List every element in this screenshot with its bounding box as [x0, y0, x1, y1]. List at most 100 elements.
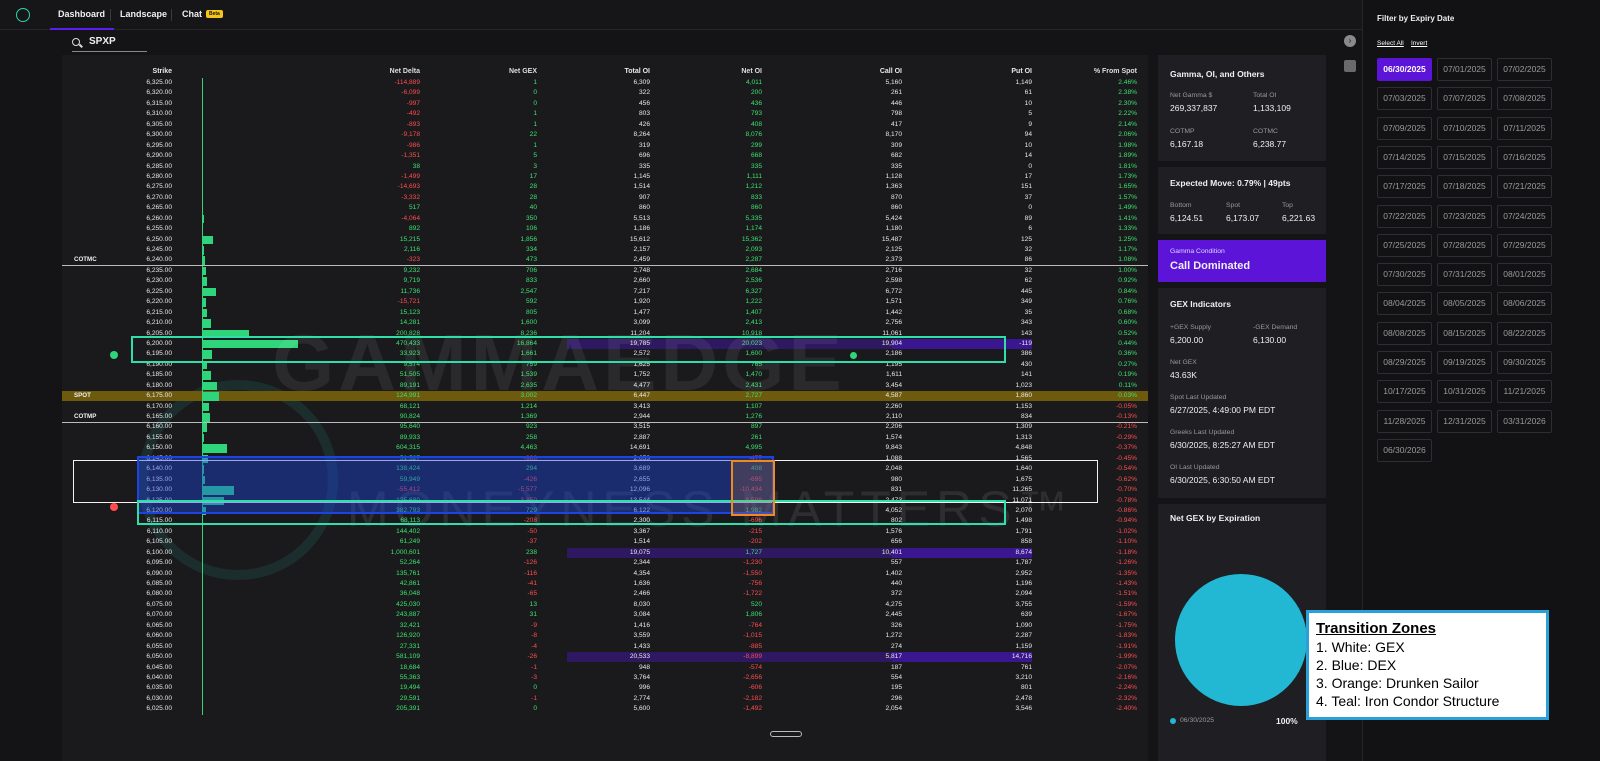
expiry-date-chip[interactable]: 07/22/2025 — [1377, 204, 1432, 228]
expiry-date-chip[interactable]: 08/08/2025 — [1377, 321, 1432, 345]
table-row[interactable]: 6,255.00 892 106 1,186 1,174 1,180 6 1.33% — [62, 224, 1148, 235]
table-row[interactable]: 6,305.00 -893 1 426 408 417 9 2.14% — [62, 119, 1148, 131]
col-call-oi[interactable]: Call OI — [822, 68, 902, 75]
expiry-date-chip[interactable]: 08/06/2025 — [1497, 292, 1552, 316]
col-net-oi[interactable]: Net OI — [682, 68, 762, 75]
expiry-date-chip[interactable]: 07/28/2025 — [1437, 233, 1492, 257]
table-row[interactable]: 6,065.00 32,421 -9 1,416 -764 326 1,090 -1.75% — [62, 620, 1148, 632]
expiry-date-chip[interactable]: 08/04/2025 — [1377, 292, 1432, 316]
table-row[interactable]: 6,050.00 581,109 -26 20,533 -8,899 5,817 14,71… — [62, 652, 1148, 663]
expiry-date-chip[interactable]: 08/22/2025 — [1497, 321, 1552, 345]
table-row[interactable]: 6,070.00 243,887 31 3,084 1,806 2,445 639 -1.67… — [62, 610, 1148, 621]
table-row[interactable]: 6,295.00 -986 1 319 299 309 10 1.98% — [62, 140, 1148, 152]
table-row[interactable]: 6,265.00 517 40 860 860 860 0 1.49% — [62, 203, 1148, 214]
table-row[interactable]: 6,035.00 19,494 0 996 -606 195 801 -2.24% — [62, 683, 1148, 694]
table-row[interactable]: 6,270.00 -3,332 28 907 833 870 37 1.57% — [62, 192, 1148, 204]
expiry-date-chip[interactable]: 07/18/2025 — [1437, 175, 1492, 199]
expiry-date-chip[interactable]: 09/30/2025 — [1497, 351, 1552, 374]
table-row[interactable]: 6,325.00 -114,889 1 6,309 4,011 5,160 1,149 2.4… — [62, 78, 1148, 89]
expiry-date-chip[interactable]: 08/15/2025 — [1437, 321, 1492, 345]
expiry-date-chip[interactable]: 07/08/2025 — [1497, 87, 1552, 111]
expiry-date-chip[interactable]: 11/28/2025 — [1377, 409, 1432, 433]
table-row[interactable]: 6,220.00 -15,721 592 1,920 1,222 1,571 349 0.76… — [62, 297, 1148, 308]
table-row[interactable]: 6,250.00 15,215 1,856 15,612 15,362 15,487 125… — [62, 234, 1148, 245]
expiry-date-chip[interactable]: 07/15/2025 — [1437, 145, 1492, 169]
expiry-date-chip[interactable]: 11/21/2025 — [1497, 380, 1552, 404]
expiry-date-chip[interactable]: 09/19/2025 — [1437, 351, 1492, 374]
table-row[interactable]: 6,095.00 52,264 -126 2,344 -1,230 557 1,787 -1.… — [62, 558, 1148, 569]
table-row[interactable]: 6,285.00 38 3 335 335 335 0 1.81% — [62, 161, 1148, 172]
gammaedge-logo-icon[interactable] — [16, 8, 30, 22]
expiry-date-chip[interactable]: 07/02/2025 — [1497, 58, 1552, 81]
select-all-link[interactable]: Select All — [1377, 40, 1404, 47]
table-row[interactable]: 6,275.00 -14,693 28 1,514 1,212 1,363 151 1.65% — [62, 182, 1148, 193]
table-row[interactable]: 6,045.00 18,684 -1 948 -574 187 761 -2.07% — [62, 662, 1148, 673]
col-total-oi[interactable]: Total OI — [567, 68, 650, 75]
table-row[interactable]: 6,320.00 -6,099 0 322 200 261 61 2.38% — [62, 88, 1148, 99]
expiry-date-chip[interactable]: 08/05/2025 — [1437, 292, 1492, 316]
table-row[interactable]: 6,060.00 126,920 -8 3,559 -1,015 1,272 2,287 -1… — [62, 631, 1148, 642]
table-row[interactable]: 6,155.00 89,933 258 2,887 261 1,574 1,313 -0.29… — [62, 432, 1148, 444]
table-row[interactable]: 6,310.00 -492 1 803 793 798 5 2.22% — [62, 109, 1148, 120]
expiry-date-chip[interactable]: 07/31/2025 — [1437, 263, 1492, 287]
expiry-date-chip[interactable]: 07/16/2025 — [1497, 145, 1552, 169]
table-row[interactable]: 6,315.00 -997 0 456 436 446 10 2.30% — [62, 98, 1148, 110]
expiry-date-chip[interactable]: 03/31/2026 — [1497, 409, 1552, 433]
table-row[interactable]: 6,140.00 138,424 294 3,689 408 2,048 1,640 -0.5… — [62, 464, 1148, 475]
table-row[interactable]: 6,040.00 55,363 -3 3,764 -2,656 554 3,210 -2.16… — [62, 672, 1148, 684]
expiry-date-chip[interactable]: 07/10/2025 — [1437, 116, 1492, 140]
table-row[interactable]: 6,080.00 36,048 -65 2,466 -1,722 372 2,094 -1.5… — [62, 589, 1148, 600]
table-row[interactable]: 6,030.00 29,591 -1 2,774 -2,182 296 2,478 -2.32… — [62, 693, 1148, 705]
collapse-arrow-icon[interactable]: › — [1344, 35, 1356, 47]
table-row[interactable]: 6,260.00 -4,064 350 5,513 5,335 5,424 89 1.41% — [62, 213, 1148, 225]
table-row[interactable]: 6,235.00 9,232 706 2,748 2,684 2,716 32 1.00% — [62, 265, 1148, 277]
expiry-date-chip[interactable]: 06/30/2026 — [1377, 438, 1432, 462]
table-row[interactable]: COTMP 6,165.00 90,824 1,369 2,944 1,276 2,110 8… — [62, 412, 1148, 423]
expiry-date-chip[interactable]: 07/23/2025 — [1437, 204, 1492, 228]
table-row[interactable]: 6,150.00 604,315 4,463 14,691 4,995 9,843 4,84… — [62, 443, 1148, 454]
col-strike[interactable]: Strike — [92, 68, 172, 75]
table-row[interactable]: 6,105.00 61,249 -37 1,514 -202 656 858 -1.10% — [62, 537, 1148, 548]
expiry-date-chip[interactable]: 07/24/2025 — [1497, 204, 1552, 228]
col-put-oi[interactable]: Put OI — [927, 68, 1032, 75]
table-row[interactable]: 6,100.00 1,000,601 238 19,075 1,727 10,401 8,6… — [62, 547, 1148, 559]
table-row[interactable]: 6,245.00 2,116 334 2,157 2,093 2,125 32 1.17% — [62, 245, 1148, 256]
camera-icon[interactable] — [1344, 60, 1356, 72]
table-row[interactable]: 6,025.00 205,391 0 5,600 -1,492 2,054 3,546 -2.… — [62, 704, 1148, 715]
col-pct-from-spot[interactable]: % From Spot — [1037, 68, 1137, 75]
expiry-date-chip[interactable]: 07/09/2025 — [1377, 116, 1432, 140]
table-row[interactable]: 6,290.00 -1,351 5 696 668 682 14 1.89% — [62, 151, 1148, 162]
expiry-date-chip[interactable]: 07/03/2025 — [1377, 87, 1432, 111]
table-row[interactable]: 6,055.00 27,331 -4 1,433 -885 274 1,159 -1.91% — [62, 641, 1148, 653]
pie-slice[interactable] — [1175, 574, 1307, 706]
nav-landscape[interactable]: Landscape — [120, 9, 167, 19]
col-net-gex[interactable]: Net GEX — [452, 68, 537, 75]
table-row[interactable]: 6,145.00 51,527 -986 2,653 -477 1,088 1,565 -0.… — [62, 453, 1148, 465]
table-row[interactable]: 6,075.00 425,030 13 8,030 520 4,275 3,755 -1.59… — [62, 599, 1148, 611]
invert-link[interactable]: Invert — [1411, 40, 1427, 47]
expiry-date-chip[interactable]: 08/29/2025 — [1377, 351, 1432, 374]
expiry-date-chip[interactable]: 08/01/2025 — [1497, 263, 1552, 287]
expiry-date-chip[interactable]: 07/17/2025 — [1377, 175, 1432, 199]
table-row[interactable]: 6,225.00 11,736 2,547 7,217 6,327 6,772 445 0.8… — [62, 286, 1148, 298]
horizontal-scrollbar[interactable] — [770, 731, 802, 737]
expiry-date-chip[interactable]: 12/31/2025 — [1437, 409, 1492, 433]
table-row[interactable]: 6,160.00 95,640 923 3,515 897 2,206 1,309 -0.21… — [62, 422, 1148, 433]
table-row[interactable]: 6,090.00 135,761 -116 4,354 -1,550 1,402 2,952… — [62, 568, 1148, 579]
expiry-date-chip[interactable]: 07/14/2025 — [1377, 145, 1432, 169]
expiry-date-chip[interactable]: 07/25/2025 — [1377, 233, 1432, 257]
expiry-date-chip[interactable]: 07/07/2025 — [1437, 87, 1492, 111]
nav-chat[interactable]: Chat Beta — [182, 9, 223, 19]
expiry-date-chip[interactable]: 06/30/2025 — [1377, 58, 1432, 81]
expiry-date-chip[interactable]: 07/11/2025 — [1497, 116, 1552, 140]
expiry-date-chip[interactable]: 10/17/2025 — [1377, 380, 1432, 404]
expiry-date-chip[interactable]: 07/29/2025 — [1497, 233, 1552, 257]
table-row[interactable]: 6,085.00 42,861 -41 1,636 -756 440 1,196 -1.43% — [62, 579, 1148, 590]
table-row[interactable]: COTMC 6,240.00 -323 473 2,459 2,287 2,373 86 1.0… — [62, 255, 1148, 267]
expiry-date-chip[interactable]: 07/01/2025 — [1437, 58, 1492, 81]
nav-dashboard[interactable]: Dashboard — [58, 9, 105, 19]
expiry-date-chip[interactable]: 07/30/2025 — [1377, 263, 1432, 287]
table-row[interactable]: 6,300.00 -9,178 22 8,264 8,076 8,170 94 2.06% — [62, 130, 1148, 141]
table-row[interactable]: 6,230.00 9,719 833 2,660 2,536 2,598 62 0.92% — [62, 276, 1148, 287]
table-row[interactable]: 6,280.00 -1,499 17 1,145 1,111 1,128 17 1.73% — [62, 171, 1148, 183]
